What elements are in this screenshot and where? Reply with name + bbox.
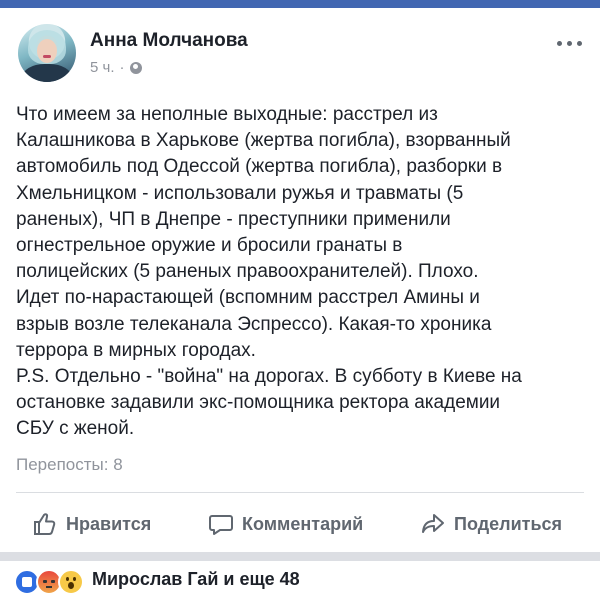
author-name[interactable]: Анна Молчанова: [90, 30, 248, 52]
avatar-body: [22, 64, 72, 82]
more-options-button[interactable]: [557, 41, 582, 46]
comment-label: Комментарий: [242, 513, 364, 534]
reactions-summary[interactable]: Мирослав Гай и еще 48: [92, 569, 300, 590]
more-dot-icon: [567, 41, 572, 46]
share-label: Поделиться: [454, 513, 563, 534]
author-avatar[interactable]: [18, 24, 76, 82]
post-meta: 5 ч. ·: [90, 59, 142, 76]
post-card: Анна Молчанова 5 ч. · Что имеем за непол…: [0, 8, 600, 552]
share-icon: [420, 511, 446, 537]
more-dot-icon: [577, 41, 582, 46]
post-time[interactable]: 5 ч.: [90, 59, 115, 76]
wow-icon: [58, 569, 84, 595]
reactions-bar[interactable]: Мирослав Гай и еще 48: [0, 561, 600, 600]
post-text: Что имеем за неполные выходные: расстрел…: [16, 104, 522, 440]
like-button[interactable]: Нравится: [32, 504, 151, 544]
comment-icon: [208, 511, 234, 537]
thumbs-up-icon: [32, 511, 58, 537]
meta-separator: ·: [119, 59, 125, 76]
comment-button[interactable]: Комментарий: [208, 504, 363, 544]
feed-separator: [0, 552, 600, 561]
globe-icon: [129, 61, 142, 74]
top-bar: [0, 0, 600, 8]
more-dot-icon: [557, 41, 562, 46]
like-label: Нравится: [66, 513, 152, 534]
avatar-face: [37, 39, 57, 63]
share-button[interactable]: Поделиться: [420, 504, 562, 544]
avatar-lips: [43, 55, 51, 58]
divider: [16, 492, 584, 493]
shares-count[interactable]: Перепосты: 8: [16, 455, 123, 475]
post-actions: Нравится Комментарий Поделиться: [0, 504, 600, 544]
